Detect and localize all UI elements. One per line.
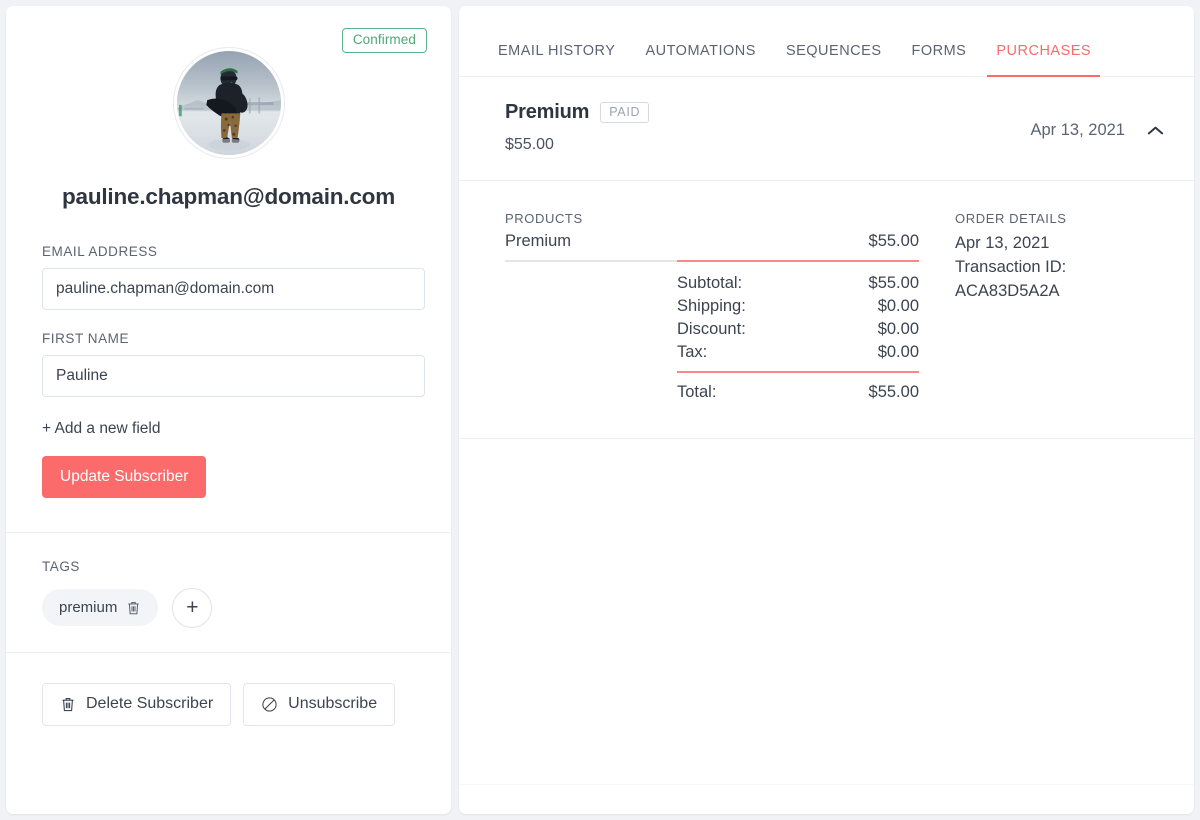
first-name-input[interactable] [42, 355, 425, 397]
tag-chip-premium[interactable]: premium [42, 589, 159, 626]
email-input[interactable] [42, 268, 425, 310]
totals-table: Subtotal: $55.00 Shipping: $0.00 Discoun… [677, 272, 919, 404]
first-name-field-label: FIRST NAME [42, 331, 130, 346]
subscriber-activity-card: EMAIL HISTORY AUTOMATIONS SEQUENCES FORM… [459, 6, 1194, 814]
update-subscriber-row: Update Subscriber [42, 456, 415, 498]
bottom-rule [459, 784, 1194, 785]
tab-purchases[interactable]: PURCHASES [981, 43, 1106, 77]
subscriber-actions: Delete Subscriber Unsubscribe [6, 653, 451, 756]
tab-forms[interactable]: FORMS [897, 43, 982, 76]
page-title: pauline.chapman@domain.com [61, 184, 396, 209]
order-details-column: ORDER DETAILS Apr 13, 2021 Transaction I… [919, 211, 1148, 404]
ban-icon [261, 696, 278, 713]
subtotal-value: $55.00 [868, 274, 919, 292]
tab-bar: EMAIL HISTORY AUTOMATIONS SEQUENCES FORM… [459, 6, 1194, 77]
trash-icon [60, 696, 76, 713]
purchase-header-left: Premium PAID $55.00 [505, 101, 650, 154]
tax-label: Tax: [677, 343, 708, 361]
purchase-date: Apr 13, 2021 [1030, 121, 1126, 139]
product-name: Premium [505, 232, 572, 250]
purchase-header[interactable]: Premium PAID $55.00 Apr 13, 2021 [459, 77, 1194, 181]
status-badge: Confirmed [341, 28, 427, 53]
total-row-grand: Total: $55.00 [677, 381, 919, 404]
order-date: Apr 13, 2021 [955, 234, 1050, 252]
product-row: Premium $55.00 [505, 232, 919, 260]
divider-left-gray [505, 260, 677, 262]
add-tag-button[interactable]: + [172, 587, 213, 628]
tax-value: $0.00 [877, 343, 919, 361]
tags-row: premium + [42, 587, 415, 628]
email-field-block: EMAIL ADDRESS [42, 244, 425, 310]
email-field-label: EMAIL ADDRESS [42, 244, 158, 259]
tag-label: premium [59, 599, 118, 616]
subscriber-form: EMAIL ADDRESS FIRST NAME + Add a new fie… [6, 210, 451, 498]
tab-email-history[interactable]: EMAIL HISTORY [483, 43, 630, 76]
unsubscribe-label: Unsubscribe [288, 695, 378, 712]
tags-section: TAGS premium + [6, 533, 451, 652]
add-new-field-link[interactable]: + Add a new field [42, 420, 161, 438]
discount-label: Discount: [677, 320, 746, 338]
total-row-subtotal: Subtotal: $55.00 [677, 272, 919, 295]
purchase-amount: $55.00 [505, 136, 554, 153]
tab-sequences[interactable]: SEQUENCES [771, 43, 897, 76]
purchase-name: Premium [505, 101, 590, 123]
form-spacer [6, 498, 451, 532]
chevron-up-icon[interactable] [1147, 125, 1164, 136]
total-row-discount: Discount: $0.00 [677, 318, 919, 341]
tab-automations[interactable]: AUTOMATIONS [630, 43, 771, 76]
tags-label: TAGS [42, 558, 80, 574]
paid-badge: PAID [600, 101, 650, 124]
products-column: PRODUCTS Premium $55.00 Subtotal: $55.00 [505, 211, 919, 404]
total-label: Total: [677, 383, 717, 401]
purchase-title-row: Premium PAID [505, 101, 650, 124]
purchase-header-right: Apr 13, 2021 [1031, 101, 1165, 140]
shipping-label: Shipping: [677, 297, 746, 315]
update-subscriber-button[interactable]: Update Subscriber [42, 456, 207, 498]
purchase-details: PRODUCTS Premium $55.00 Subtotal: $55.00 [459, 181, 1194, 439]
avatar [173, 48, 284, 158]
subtotal-label: Subtotal: [677, 274, 743, 292]
subscriber-detail-page: Confirmed pauline.chapman@domain.com EMA… [0, 0, 1200, 820]
profile-section: Confirmed pauline.chapman@domain.com [6, 6, 451, 210]
delete-subscriber-button[interactable]: Delete Subscriber [42, 682, 232, 726]
product-price: $55.00 [868, 232, 919, 250]
shipping-value: $0.00 [877, 297, 919, 315]
total-row-shipping: Shipping: $0.00 [677, 295, 919, 318]
totals-divider-accent [677, 371, 919, 373]
first-name-field-block: FIRST NAME [42, 331, 425, 397]
snowboarder-photo-icon [176, 51, 281, 155]
divider-right-accent [677, 260, 919, 262]
order-details-label: ORDER DETAILS [955, 211, 1067, 226]
delete-subscriber-label: Delete Subscriber [86, 695, 214, 712]
subscriber-profile-card: Confirmed pauline.chapman@domain.com EMA… [6, 6, 451, 814]
trash-icon[interactable] [126, 600, 141, 616]
products-divider [505, 260, 919, 262]
transaction-id: Transaction ID: ACA83D5A2A [955, 257, 1067, 300]
unsubscribe-button[interactable]: Unsubscribe [243, 682, 396, 726]
total-row-tax: Tax: $0.00 [677, 341, 919, 364]
products-label: PRODUCTS [505, 211, 583, 226]
total-value: $55.00 [868, 383, 919, 401]
discount-value: $0.00 [877, 320, 919, 338]
